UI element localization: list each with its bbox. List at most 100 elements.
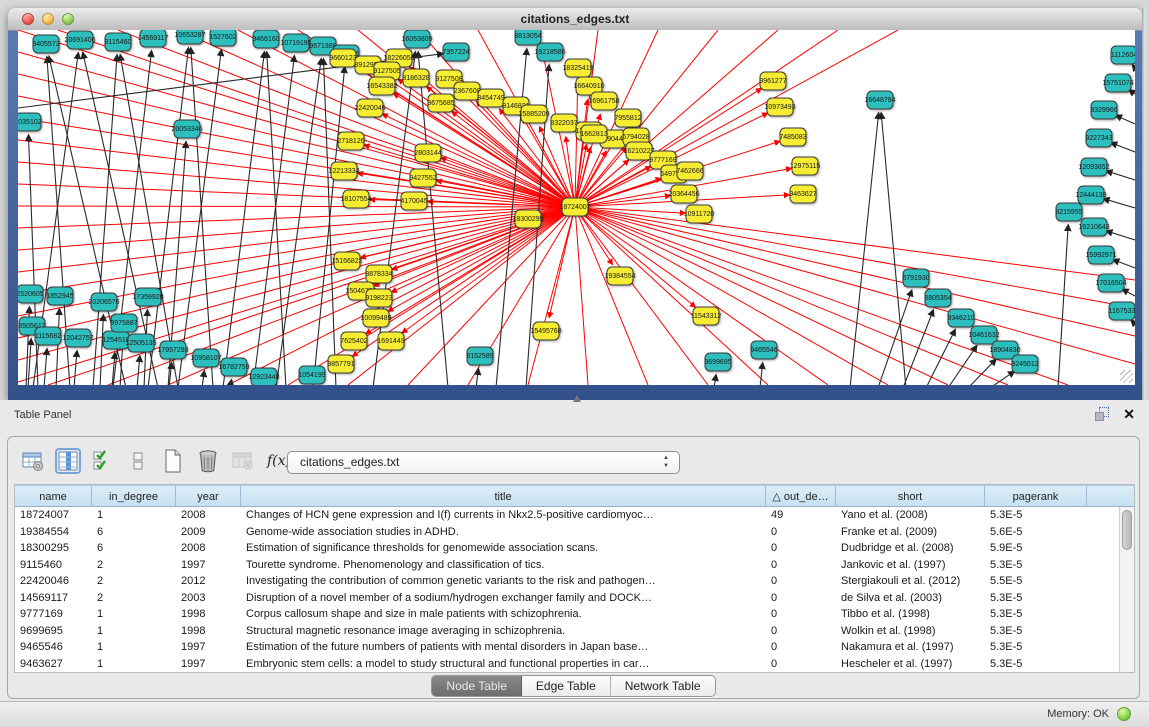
table-cell-in_degree[interactable]: 1 (92, 639, 176, 656)
table-cell-name[interactable]: 18300295 (15, 540, 92, 557)
graph-node[interactable]: 9427552 (409, 169, 436, 187)
graph-node[interactable]: 12975115 (790, 157, 821, 175)
table-row[interactable]: 977716911998Corpus callosum shape and si… (15, 606, 1119, 623)
graph-node[interactable]: 22420046 (354, 99, 385, 117)
window-titlebar[interactable]: citations_edges.txt (8, 8, 1142, 31)
table-row[interactable]: 1872400712008Changes of HCN gene express… (15, 507, 1119, 524)
graph-node[interactable]: 9115460 (105, 33, 132, 51)
graph-node[interactable]: 2035102 (18, 113, 42, 131)
table-cell-pagerank[interactable]: 5.3E-5 (985, 590, 1087, 607)
table-cell-year[interactable]: 1998 (176, 623, 241, 640)
graph-node[interactable]: 9198223 (365, 289, 392, 307)
graph-node[interactable]: 11543312 (691, 307, 722, 325)
graph-node[interactable]: 17359928 (132, 288, 163, 306)
row-options-button[interactable] (125, 448, 151, 474)
graph-node[interactable]: 1662813 (580, 125, 607, 143)
table-cell-out_degree[interactable]: 0 (766, 557, 836, 574)
table-cell-in_degree[interactable]: 2 (92, 557, 176, 574)
table-cell-year[interactable]: 1997 (176, 656, 241, 673)
graph-node[interactable]: 1852945 (46, 287, 73, 305)
tab-edge-table[interactable]: Edge Table (522, 676, 611, 696)
graph-node[interactable]: 18325419 (562, 59, 593, 77)
graph-node[interactable]: 17957293 (157, 341, 188, 359)
table-cell-name[interactable]: 18724007 (15, 507, 92, 524)
graph-node[interactable]: 15992971 (1085, 246, 1116, 264)
table-cell-in_degree[interactable]: 2 (92, 573, 176, 590)
graph-node[interactable]: 9227343 (1085, 129, 1112, 147)
graph-node[interactable]: 18300295 (512, 210, 543, 228)
table-row[interactable]: 1456911722003Disruption of a novel membe… (15, 590, 1119, 607)
column-header-name[interactable]: name (15, 485, 92, 507)
graph-node[interactable]: 17016504 (1095, 274, 1126, 292)
table-cell-year[interactable]: 2012 (176, 573, 241, 590)
graph-node[interactable]: 2718126 (337, 132, 364, 150)
graph-node[interactable]: 20053346 (171, 120, 202, 138)
graph-node[interactable]: 20206576 (88, 293, 119, 311)
graph-node[interactable]: 10958107 (190, 349, 221, 367)
table-row[interactable]: 1938455462009Genome-wide association stu… (15, 524, 1119, 541)
table-cell-pagerank[interactable]: 5.5E-5 (985, 573, 1087, 590)
table-cell-pagerank[interactable]: 5.9E-5 (985, 540, 1087, 557)
table-cell-title[interactable]: Disruption of a novel member of a sodium… (241, 590, 766, 607)
graph-node[interactable]: 9329966 (1090, 101, 1117, 119)
table-row[interactable]: 946362711997Embryonic stem cells: a mode… (15, 656, 1119, 673)
graph-node[interactable]: 12923448 (248, 368, 279, 385)
vertical-scrollbar[interactable] (1119, 507, 1134, 672)
table-cell-out_degree[interactable]: 0 (766, 623, 836, 640)
table-cell-short[interactable]: Hescheler et al. (1997) (836, 656, 985, 673)
graph-node[interactable]: 19218586 (534, 43, 565, 61)
table-cell-title[interactable]: Tourette syndrome. Phenomenology and cla… (241, 557, 766, 574)
graph-node[interactable]: 1115682 (35, 327, 61, 345)
graph-node[interactable]: 4170045 (400, 192, 427, 210)
table-cell-title[interactable]: Structural magnetic resonance image aver… (241, 623, 766, 640)
scrollbar-thumb[interactable] (1122, 510, 1132, 550)
table-cell-title[interactable]: Changes of HCN gene expression and I(f) … (241, 507, 766, 524)
graph-node[interactable]: 9245012 (1011, 355, 1038, 373)
table-cell-name[interactable]: 9463627 (15, 656, 92, 673)
graph-node[interactable]: 9465546 (750, 341, 777, 359)
table-cell-out_degree[interactable]: 0 (766, 573, 836, 590)
resize-grip-icon[interactable] (1120, 370, 1133, 383)
column-header-out_degree[interactable]: △ out_de… (766, 485, 836, 507)
graph-node[interactable]: 15495768 (530, 322, 561, 340)
network-canvas[interactable]: 9405572206914069115460145691171065328715… (18, 30, 1135, 385)
graph-node[interactable]: 16053809 (401, 30, 432, 48)
delete-entry-button[interactable] (195, 448, 221, 474)
graph-node[interactable]: 9699695 (704, 353, 731, 371)
graph-node[interactable]: 20691406 (64, 31, 95, 49)
column-header-year[interactable]: year (176, 485, 241, 507)
graph-node[interactable]: 9975887 (110, 314, 137, 332)
graph-node[interactable]: 6791930 (902, 269, 929, 287)
graph-node[interactable]: 16543382 (366, 77, 397, 95)
table-cell-out_degree[interactable]: 0 (766, 639, 836, 656)
table-cell-pagerank[interactable]: 5.3E-5 (985, 606, 1087, 623)
table-row[interactable]: 911546021997Tourette syndrome. Phenomeno… (15, 557, 1119, 574)
graph-node[interactable]: 7955812 (614, 109, 641, 127)
graph-node[interactable]: 2520605 (18, 285, 44, 303)
graph-node[interactable]: 9961277 (759, 72, 786, 90)
table-cell-year[interactable]: 2008 (176, 507, 241, 524)
table-row[interactable]: 969969511998Structural magnetic resonanc… (15, 623, 1119, 640)
select-column-button[interactable] (55, 448, 81, 474)
table-cell-out_degree[interactable]: 49 (766, 507, 836, 524)
tab-node-table[interactable]: Node Table (432, 676, 522, 696)
table-cell-name[interactable]: 9115460 (15, 557, 92, 574)
graph-node[interactable]: 12042757 (62, 329, 93, 347)
graph-node[interactable]: 8322037 (550, 114, 577, 132)
table-cell-short[interactable]: Yano et al. (2008) (836, 507, 985, 524)
network-graph[interactable]: 9405572206914069115460145691171065328715… (18, 30, 1135, 385)
table-cell-title[interactable]: Embryonic stem cells: a model to study s… (241, 656, 766, 673)
table-row[interactable]: 946554611997Estimation of the future num… (15, 639, 1119, 656)
table-cell-pagerank[interactable]: 5.3E-5 (985, 507, 1087, 524)
graph-node[interactable]: 10911720 (684, 205, 715, 223)
table-cell-name[interactable]: 9699695 (15, 623, 92, 640)
table-cell-in_degree[interactable]: 2 (92, 590, 176, 607)
graph-node[interactable]: 9466160 (252, 30, 279, 48)
graph-node[interactable]: 12213334 (328, 162, 359, 180)
graph-node[interactable]: 14569117 (138, 30, 169, 47)
graph-node[interactable]: 1691449 (377, 332, 404, 350)
table-cell-title[interactable]: Investigating the contribution of common… (241, 573, 766, 590)
graph-node[interactable]: 10653287 (174, 30, 205, 44)
graph-node[interactable]: 10719195 (280, 34, 311, 52)
graph-node[interactable]: 9857791 (327, 355, 354, 373)
